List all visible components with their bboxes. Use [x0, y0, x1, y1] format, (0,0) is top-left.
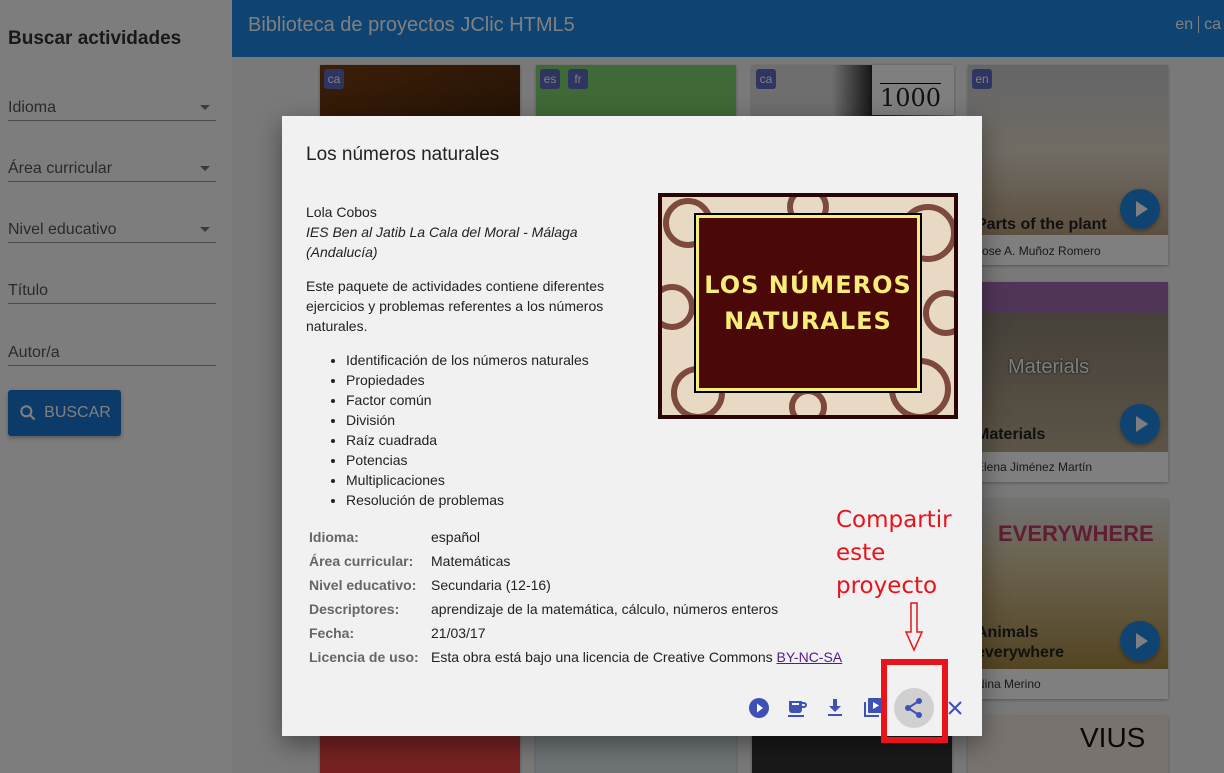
project-cover-image: LOS NÚMEROS NATURALES: [658, 193, 958, 419]
list-item: Raíz cuadrada: [346, 430, 626, 450]
list-item: Propiedades: [346, 370, 626, 390]
license-link[interactable]: BY-NC-SA: [777, 649, 843, 665]
embed-icon: [788, 701, 807, 717]
meta-value: Secundaria (12-16): [431, 577, 551, 593]
description-text: Este paquete de actividades contiene dif…: [306, 278, 605, 334]
table-row: Área curricular: Matemáticas: [306, 549, 845, 573]
meta-key: Idioma:: [309, 529, 359, 545]
cover-title-panel: LOS NÚMEROS NATURALES: [694, 213, 922, 393]
annotation-highlight-box: [881, 659, 948, 743]
list-item: División: [346, 410, 626, 430]
list-item: Identificación de los números naturales: [346, 350, 626, 370]
table-row: Fecha: 21/03/17: [306, 621, 845, 645]
meta-value: Matemáticas: [431, 553, 511, 569]
meta-value: aprendizaje de la matemática, cálculo, n…: [431, 601, 779, 617]
annotation-line: este: [836, 540, 886, 566]
annotation-line: Compartir: [836, 507, 952, 533]
license-text: Esta obra está bajo una licencia de Crea…: [431, 649, 773, 665]
table-row: Idioma: español: [306, 525, 845, 549]
annotation-arrow-icon: [904, 602, 924, 652]
topic-list: Identificación de los números naturales …: [306, 350, 626, 510]
cover-title-line: LOS NÚMEROS: [704, 271, 912, 299]
project-detail-dialog: Los números naturales Lola Cobos IES Ben…: [282, 116, 982, 736]
play-project-button[interactable]: [740, 690, 778, 726]
list-item: Factor común: [346, 390, 626, 410]
share-annotation-text: Compartir este proyecto: [836, 504, 952, 603]
list-item: Potencias: [346, 450, 626, 470]
meta-key: Nivel educativo:: [309, 577, 417, 593]
meta-value: español: [431, 529, 481, 545]
download-button[interactable]: [816, 690, 854, 726]
table-row: Nivel educativo: Secundaria (12-16): [306, 573, 845, 597]
project-description: Lola Cobos IES Ben al Jatib La Cala del …: [306, 202, 626, 510]
project-metadata: Idioma: español Área curricular: Matemát…: [306, 525, 845, 669]
meta-key: Descriptores:: [309, 601, 400, 617]
meta-key: Licencia de uso:: [309, 649, 419, 665]
list-item: Resolución de problemas: [346, 490, 626, 510]
cover-title-line: NATURALES: [724, 307, 892, 335]
list-item: Multiplicaciones: [346, 470, 626, 490]
annotation-line: proyecto: [836, 573, 938, 599]
meta-key: Área curricular:: [309, 553, 414, 569]
close-icon: [948, 701, 962, 715]
embed-button[interactable]: [778, 690, 816, 726]
meta-key: Fecha:: [309, 625, 355, 641]
school-name: IES Ben al Jatib La Cala del Moral - Mál…: [306, 224, 578, 260]
meta-value: Esta obra está bajo una licencia de Crea…: [428, 645, 845, 669]
table-row: Licencia de uso: Esta obra está bajo una…: [306, 645, 845, 669]
download-icon: [828, 699, 842, 716]
table-row: Descriptores: aprendizaje de la matemáti…: [306, 597, 845, 621]
author-name: Lola Cobos: [306, 204, 377, 220]
play-icon: [749, 698, 769, 718]
meta-value: 21/03/17: [431, 625, 486, 641]
dialog-title: Los números naturales: [306, 144, 500, 165]
